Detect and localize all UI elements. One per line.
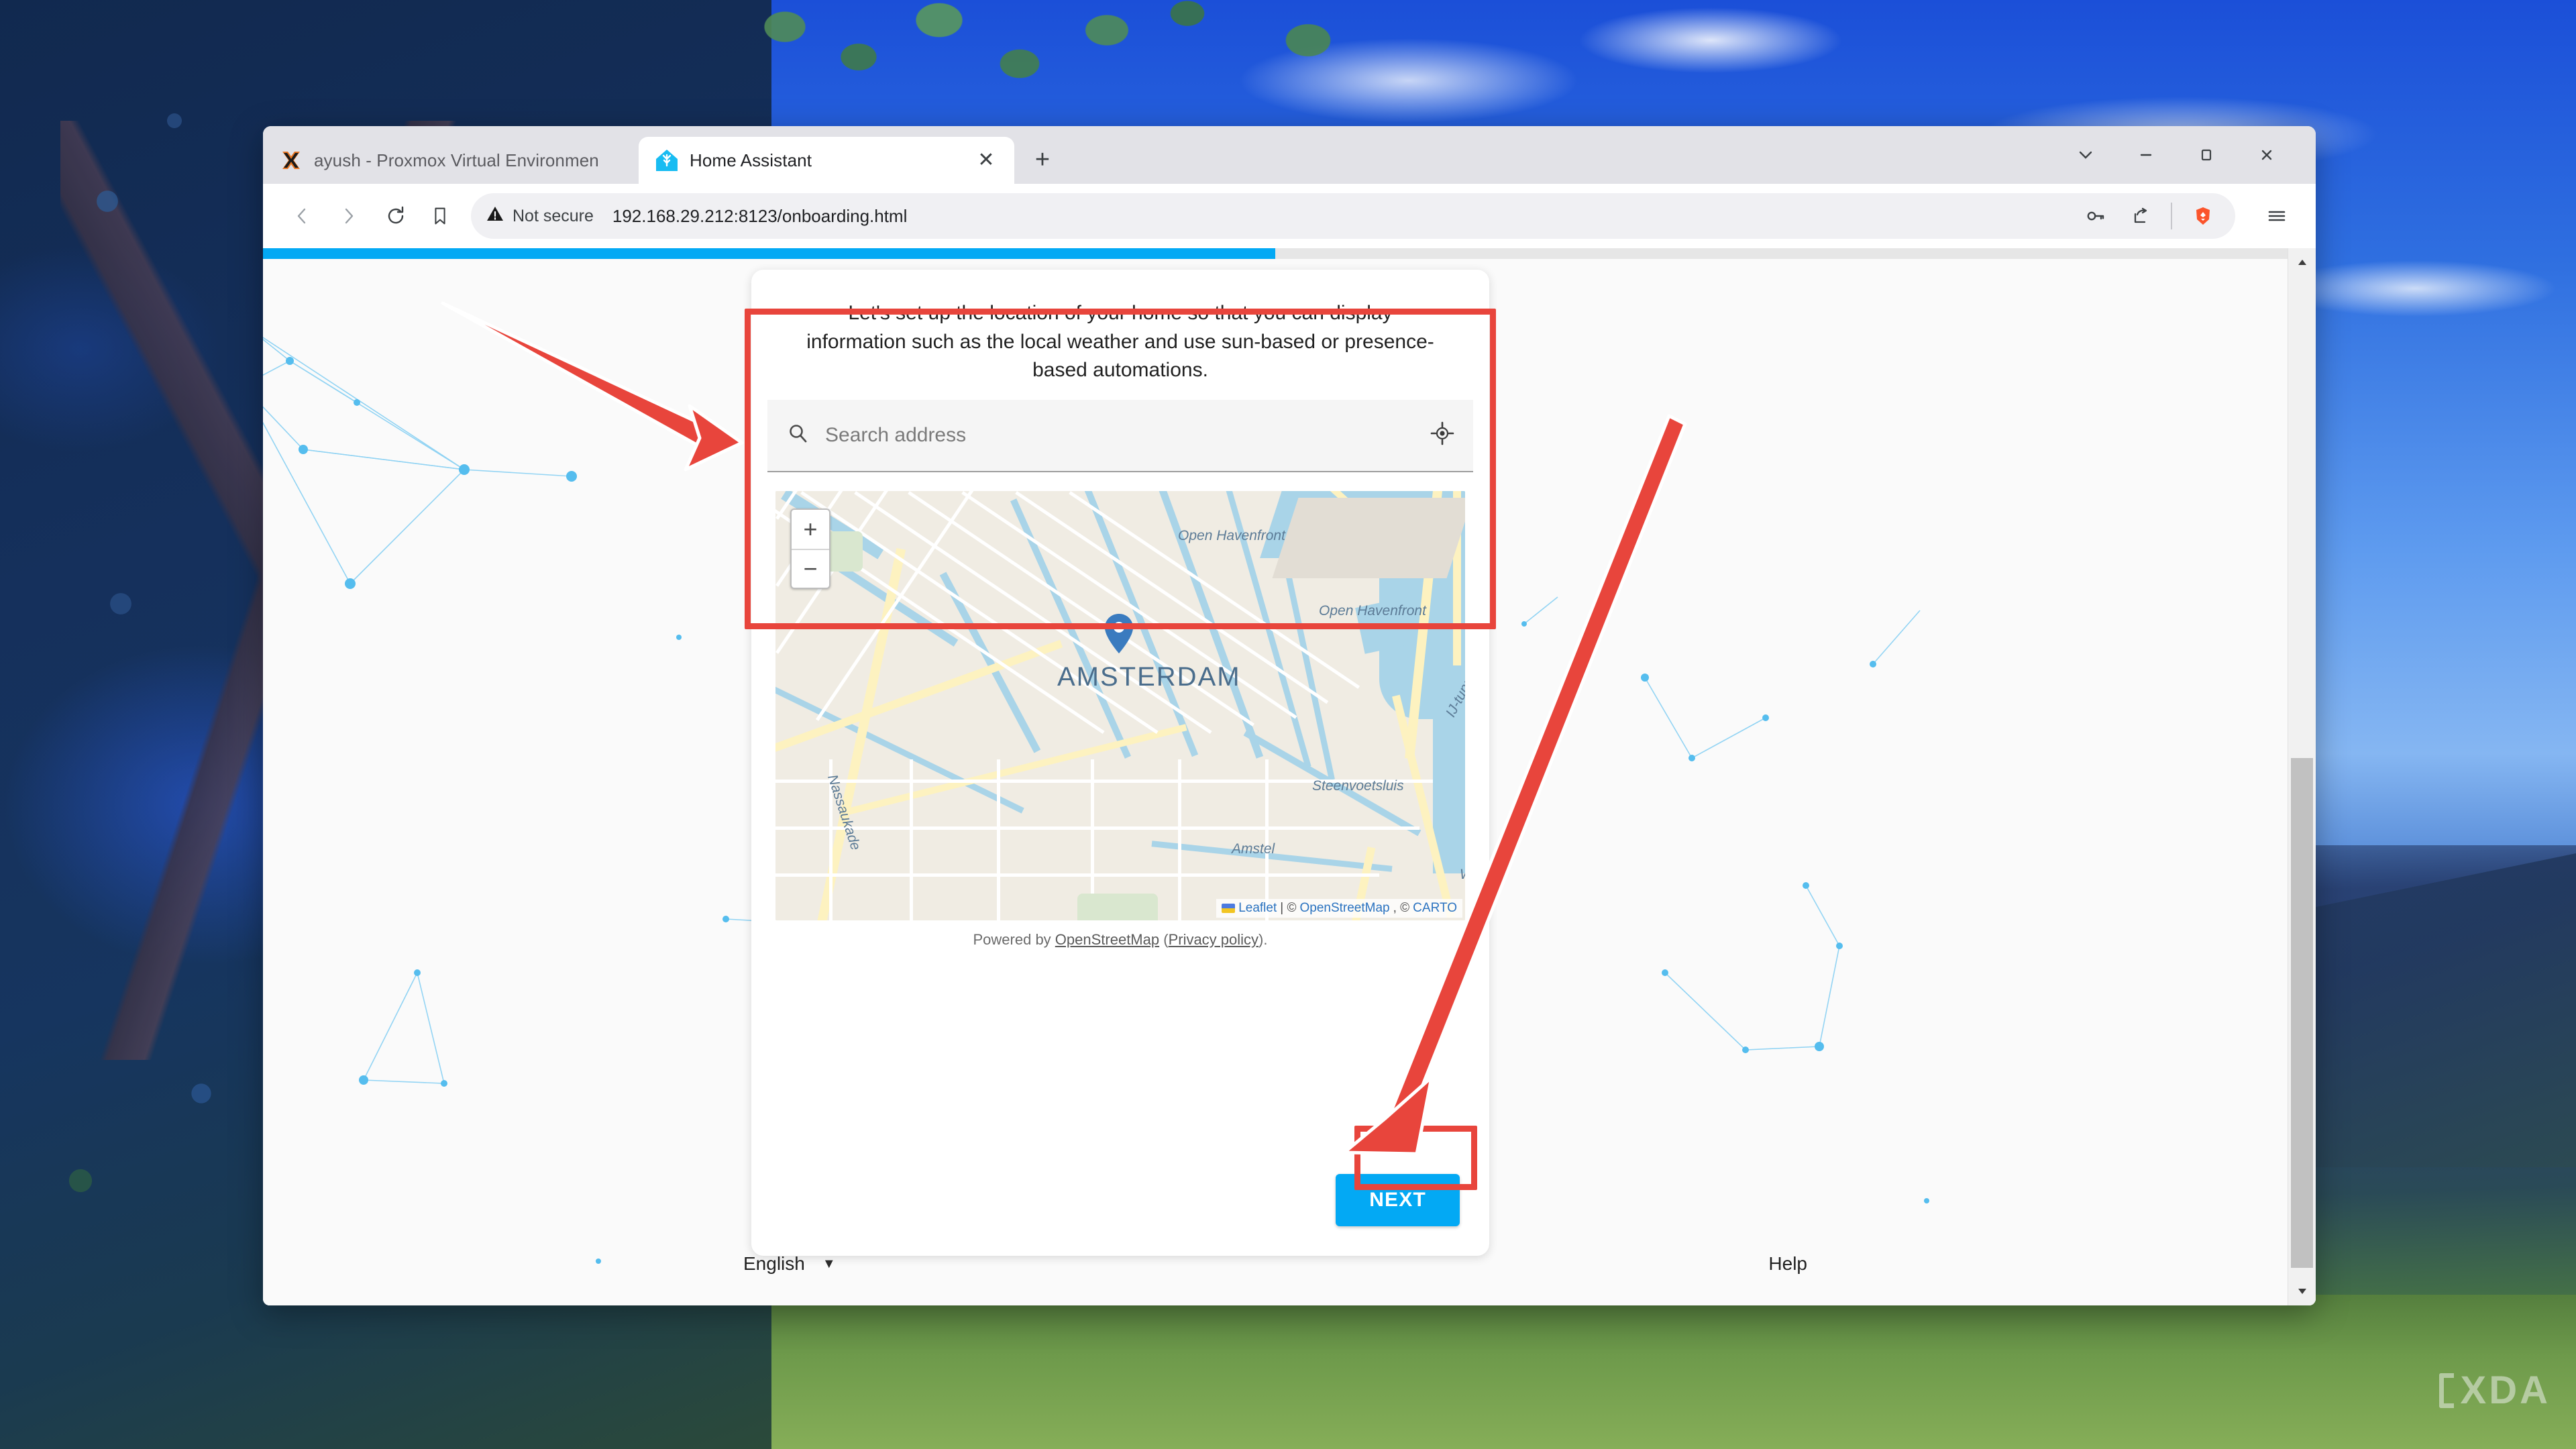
maximize-window-icon[interactable] xyxy=(2178,126,2235,184)
map-tiles xyxy=(775,490,1465,920)
onboarding-card-footer: NEXT xyxy=(751,1174,1489,1256)
onboarding-card: Let's set up the location of your home s… xyxy=(751,270,1489,1256)
map-label-wat: Wat xyxy=(1460,867,1465,883)
share-icon[interactable] xyxy=(2123,199,2157,233)
page-scrollbar[interactable] xyxy=(2288,248,2316,1305)
browser-tab-title: Home Assistant xyxy=(690,150,812,170)
next-button[interactable]: NEXT xyxy=(1336,1174,1460,1226)
browser-window: ayush - Proxmox Virtual Environmen Home … xyxy=(263,126,2316,1305)
brave-lion-icon[interactable] xyxy=(2186,199,2220,233)
chevron-down-icon: ▼ xyxy=(822,1256,836,1271)
window-controls xyxy=(2057,126,2316,184)
reload-icon[interactable] xyxy=(374,195,417,237)
key-icon[interactable] xyxy=(2078,199,2113,233)
home-assistant-icon xyxy=(655,148,679,172)
language-selector[interactable]: English ▼ xyxy=(743,1253,836,1275)
openstreetmap-credit-link[interactable]: OpenStreetMap xyxy=(1055,931,1159,948)
onboarding-intro-text: Let's set up the location of your home s… xyxy=(751,270,1489,400)
onboarding-progress-track xyxy=(263,248,2288,259)
location-map[interactable]: Open Havenfront Open Havenfront Nassauka… xyxy=(775,490,1465,920)
help-link[interactable]: Help xyxy=(1768,1253,1807,1275)
map-label-amstel: Amstel xyxy=(1232,841,1275,857)
minimize-window-icon[interactable] xyxy=(2117,126,2175,184)
map-location-pin[interactable] xyxy=(1104,613,1134,655)
xda-watermark-text: XDA xyxy=(2460,1368,2551,1412)
carto-link[interactable]: CARTO xyxy=(1413,901,1457,916)
map-label-steenvoetsluis: Steenvoetsluis xyxy=(1312,777,1404,794)
close-window-icon[interactable] xyxy=(2238,126,2296,184)
hamburger-menu-icon[interactable] xyxy=(2255,195,2298,237)
arrow-to-search-field xyxy=(441,301,744,472)
intro-line-2: the local weather and use sun-based or p… xyxy=(986,330,1434,382)
map-label-open-havenfront-2: Open Havenfront xyxy=(1319,602,1426,619)
toolbar-divider xyxy=(2171,203,2172,229)
attribution-separator-1: | © xyxy=(1280,900,1297,915)
browser-toolbar: Not secure 192.168.29.212:8123/onboardin… xyxy=(263,184,2316,248)
chevron-down-icon[interactable] xyxy=(2057,126,2114,184)
forward-button[interactable] xyxy=(327,195,370,237)
location-section: Search address Open Havenfront Open Have… xyxy=(751,399,1489,949)
search-icon xyxy=(786,422,809,448)
language-selector-value: English xyxy=(743,1253,805,1274)
address-bar[interactable]: Not secure 192.168.29.212:8123/onboardin… xyxy=(471,193,2235,239)
scroll-down-arrow-icon[interactable] xyxy=(2288,1277,2316,1305)
powered-by-mid: ( xyxy=(1159,930,1169,948)
powered-by-text: Powered by OpenStreetMap (Privacy policy… xyxy=(767,920,1473,949)
map-label-open-havenfront-1: Open Havenfront xyxy=(1178,527,1285,543)
onboarding-page: Let's set up the location of your home s… xyxy=(263,248,2288,1305)
map-zoom-controls[interactable]: + − xyxy=(790,508,830,589)
browser-tab-title: ayush - Proxmox Virtual Environmen xyxy=(314,150,599,170)
close-icon[interactable]: ✕ xyxy=(974,148,998,172)
powered-by-suffix: ). xyxy=(1258,930,1268,948)
security-status[interactable]: Not secure xyxy=(486,205,594,228)
crosshair-locate-icon[interactable] xyxy=(1430,421,1454,449)
map-attribution: Leaflet | © OpenStreetMap , © CARTO xyxy=(1216,898,1462,918)
map-zoom-out-button[interactable]: − xyxy=(792,548,829,588)
attribution-separator-2: , © xyxy=(1393,900,1410,915)
wallpaper-leaves-top xyxy=(704,0,1711,134)
search-input[interactable]: Search address xyxy=(825,424,1414,447)
page-viewport: Let's set up the location of your home s… xyxy=(263,248,2316,1305)
url-text[interactable]: 192.168.29.212:8123/onboarding.html xyxy=(612,206,2069,227)
security-status-label: Not secure xyxy=(513,206,594,225)
search-address-row[interactable]: Search address xyxy=(767,399,1473,472)
proxmox-icon xyxy=(279,148,303,172)
privacy-policy-link[interactable]: Privacy policy xyxy=(1169,931,1258,948)
scrollbar-thumb[interactable] xyxy=(2291,758,2313,1268)
leaflet-flag-icon xyxy=(1222,903,1236,913)
back-button[interactable] xyxy=(280,195,323,237)
bookmark-icon[interactable] xyxy=(421,197,459,235)
map-city-label: AMSTERDAM xyxy=(1057,661,1241,692)
browser-tab-home-assistant[interactable]: Home Assistant ✕ xyxy=(639,137,1014,184)
scroll-up-arrow-icon[interactable] xyxy=(2288,248,2316,276)
openstreetmap-link[interactable]: OpenStreetMap xyxy=(1299,901,1389,916)
new-tab-button[interactable]: + xyxy=(1024,141,1061,178)
warning-triangle-icon xyxy=(486,205,504,228)
browser-tab-strip: ayush - Proxmox Virtual Environmen Home … xyxy=(263,126,2316,184)
onboarding-footer: English ▼ Help xyxy=(263,1253,2288,1275)
xda-bracket-icon xyxy=(2438,1373,2454,1408)
onboarding-progress-fill xyxy=(263,248,1275,259)
map-zoom-in-button[interactable]: + xyxy=(792,510,829,549)
browser-tab-proxmox[interactable]: ayush - Proxmox Virtual Environmen xyxy=(263,137,639,184)
leaflet-link[interactable]: Leaflet xyxy=(1238,901,1277,916)
xda-watermark: XDA xyxy=(2438,1368,2551,1412)
powered-by-prefix: Powered by xyxy=(973,930,1055,948)
